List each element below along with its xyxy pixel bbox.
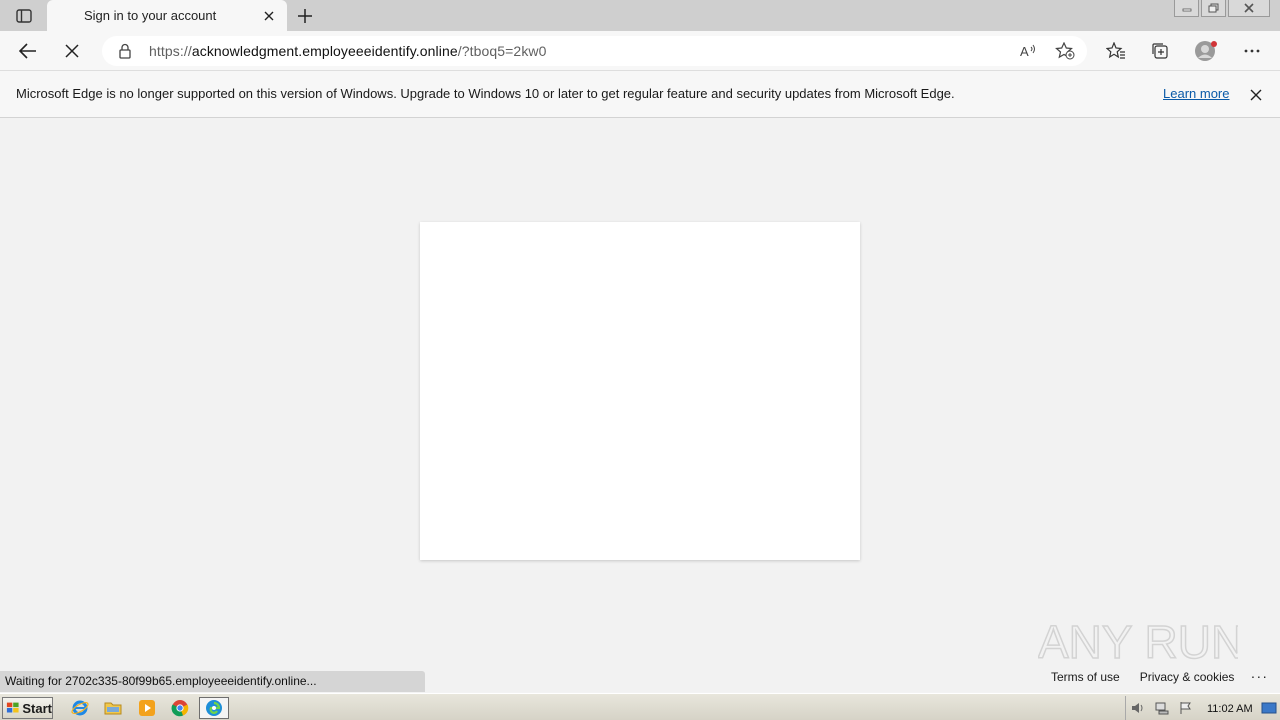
start-button[interactable]: Start	[2, 697, 53, 719]
collections-button[interactable]	[1148, 39, 1172, 63]
taskbar-edge[interactable]	[199, 697, 229, 719]
show-desktop-button[interactable]	[1261, 700, 1277, 716]
plus-icon	[298, 9, 312, 23]
start-label: Start	[22, 700, 52, 716]
minimize-button[interactable]	[1174, 0, 1199, 17]
chrome-icon	[171, 700, 189, 717]
edge-icon	[206, 700, 222, 716]
taskbar-media-player[interactable]	[136, 697, 158, 719]
network-icon	[1155, 702, 1169, 715]
browser-toolbar: https://acknowledgment.employeeeidentify…	[0, 31, 1280, 71]
speaker-icon	[1132, 703, 1143, 713]
infobar-message: Microsoft Edge is no longer supported on…	[16, 86, 955, 101]
back-button[interactable]	[16, 39, 40, 63]
close-icon	[264, 11, 274, 21]
tab-title: Sign in to your account	[84, 8, 217, 23]
more-horizontal-icon	[1244, 49, 1260, 53]
tray-action-center[interactable]	[1178, 700, 1194, 716]
profile-button[interactable]	[1194, 39, 1218, 63]
avatar-icon	[1195, 41, 1217, 61]
close-window-button[interactable]	[1228, 0, 1270, 17]
clock[interactable]: 11:02 AM	[1207, 703, 1253, 715]
settings-more-button[interactable]	[1240, 39, 1264, 63]
close-icon	[1250, 89, 1262, 101]
windows-taskbar: Start 11:02 AM	[0, 693, 1280, 720]
footer-more-button[interactable]: ...	[1251, 665, 1269, 681]
tab-active[interactable]: Sign in to your account	[47, 0, 287, 31]
favorites-button[interactable]	[1104, 39, 1128, 63]
ie-icon	[71, 700, 89, 716]
read-aloud-icon[interactable]: A	[1020, 43, 1038, 59]
flag-icon	[1180, 702, 1191, 714]
collections-icon	[1152, 43, 1168, 59]
close-window-icon	[1244, 3, 1254, 13]
anyrun-watermark: ANY RUN	[1038, 615, 1238, 669]
desktop-icon	[1261, 702, 1277, 714]
footer-links: Terms of use Privacy & cookies	[1051, 670, 1234, 684]
url-prefix: https://	[149, 43, 192, 59]
lock-icon[interactable]	[118, 43, 132, 59]
url-host: acknowledgment.employeeeidentify.online	[191, 43, 458, 59]
stop-icon	[65, 44, 79, 58]
status-bar: Waiting for 2702c335-80f99b65.employeeei…	[0, 671, 425, 692]
svg-text:A: A	[1020, 44, 1029, 59]
tab-actions-button[interactable]	[10, 6, 38, 26]
address-bar[interactable]: https://acknowledgment.employeeeidentify…	[102, 36, 1087, 66]
restore-button[interactable]	[1201, 0, 1226, 17]
minimize-icon	[1182, 8, 1191, 12]
media-player-icon	[139, 700, 155, 716]
url-text[interactable]: https://acknowledgment.employeeeidentify…	[149, 43, 547, 59]
taskbar-chrome[interactable]	[169, 697, 191, 719]
windows-logo-icon	[6, 702, 19, 713]
stop-loading-button[interactable]	[60, 39, 84, 63]
unsupported-os-infobar: Microsoft Edge is no longer supported on…	[0, 71, 1280, 118]
restore-icon	[1208, 3, 1218, 13]
privacy-cookies-link[interactable]: Privacy & cookies	[1140, 670, 1235, 684]
taskbar-explorer[interactable]	[102, 697, 124, 719]
tab-actions-icon	[16, 9, 32, 23]
add-favorite-icon[interactable]	[1055, 42, 1075, 60]
tab-close-button[interactable]	[261, 8, 277, 24]
favorites-icon	[1106, 42, 1125, 59]
terms-of-use-link[interactable]: Terms of use	[1051, 670, 1120, 684]
new-tab-button[interactable]	[294, 5, 316, 27]
tab-strip: Sign in to your account	[0, 0, 1280, 31]
learn-more-link[interactable]: Learn more	[1163, 86, 1229, 101]
tray-network[interactable]	[1154, 700, 1170, 716]
tray-volume[interactable]	[1130, 700, 1146, 716]
taskbar-ie[interactable]	[69, 697, 91, 719]
explorer-folder-icon	[104, 702, 122, 715]
url-path: /?tboq5=2kw0	[457, 43, 547, 59]
sign-in-card	[420, 222, 860, 560]
svg-text:ANY RUN: ANY RUN	[1038, 616, 1238, 668]
window-controls	[1174, 0, 1270, 17]
system-tray: 11:02 AM	[1125, 696, 1280, 720]
page-content: ANY RUN Terms of use Privacy & cookies .…	[0, 118, 1280, 692]
infobar-close-button[interactable]	[1246, 85, 1266, 105]
back-arrow-icon	[19, 43, 36, 59]
